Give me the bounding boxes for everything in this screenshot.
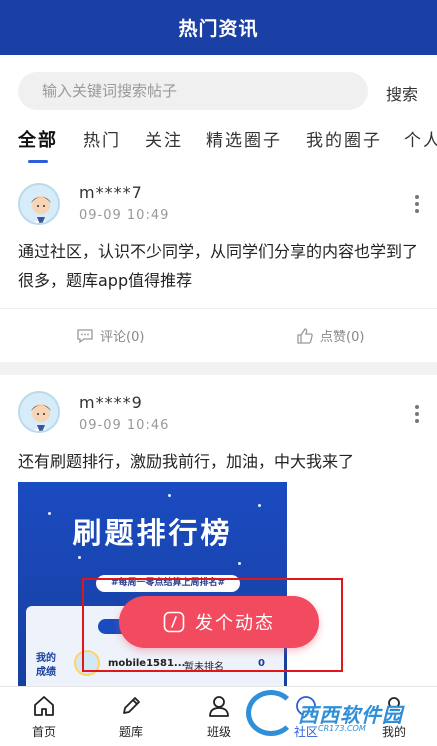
avatar[interactable]	[18, 183, 60, 225]
tab-follow[interactable]: 关注	[145, 126, 183, 151]
star-decoration	[78, 556, 81, 559]
tab-personal[interactable]: 个人	[404, 126, 437, 151]
site-watermark: 西西软件园 CR173.COM	[246, 688, 414, 738]
tab-featured-circles[interactable]: 精选圈子	[206, 126, 282, 151]
category-tabs: 全部 热门 关注 精选圈子 我的圈子 个人	[0, 117, 437, 167]
avatar[interactable]	[18, 391, 60, 433]
page-title: 热门资讯	[178, 18, 259, 40]
post-text: 通过社区，认识不少同学，从同学们分享的内容也学到了很多，题库app值得推荐	[18, 242, 419, 290]
post-actions: 评论(0) 点赞(0)	[0, 308, 437, 361]
post-text: 还有刷题排行，激励我前行，加油，中大我来了	[18, 452, 355, 471]
nav-question-bank[interactable]: 题库	[101, 695, 161, 740]
nav-class-label: 班级	[206, 725, 231, 739]
star-decoration	[238, 562, 241, 565]
highlight-annotation	[82, 578, 343, 672]
user-icon	[209, 696, 229, 717]
star-decoration	[258, 504, 261, 507]
post-time: 09-09 10:49	[79, 208, 170, 223]
like-button[interactable]: 点赞(0)	[296, 326, 364, 345]
poster-card-label: 我的成绩	[36, 653, 56, 678]
tab-hot[interactable]: 热门	[83, 126, 121, 151]
tab-my-circles[interactable]: 我的圈子	[306, 126, 382, 151]
nav-home-label: 首页	[31, 725, 56, 739]
more-options-icon[interactable]	[413, 195, 421, 215]
comment-label: 评论(0)	[100, 330, 145, 345]
avatar-icon	[20, 393, 58, 431]
thumbs-up-icon	[297, 327, 313, 344]
home-icon	[34, 696, 54, 716]
post-time: 09-09 10:46	[79, 418, 170, 433]
pencil-icon	[123, 697, 140, 714]
watermark-logo	[246, 690, 296, 736]
app-header: 热门资讯	[0, 0, 437, 55]
comment-icon	[77, 328, 93, 343]
post-username[interactable]: m****7	[79, 183, 143, 202]
tab-all[interactable]: 全部	[18, 126, 58, 152]
nav-question-bank-label: 题库	[118, 725, 143, 739]
more-options-icon[interactable]	[413, 405, 421, 425]
post-card[interactable]: m****7 09-09 10:49 通过社区，认识不少同学，从同学们分享的内容…	[0, 167, 437, 362]
active-tab-indicator	[28, 160, 48, 163]
watermark-subtext: CR173.COM	[318, 724, 366, 733]
comment-button[interactable]: 评论(0)	[76, 326, 144, 345]
search-button[interactable]: 搜索	[386, 81, 418, 105]
search-box[interactable]	[18, 72, 368, 110]
search-input[interactable]	[42, 82, 342, 100]
nav-class[interactable]: 班级	[189, 695, 249, 740]
star-decoration	[168, 494, 171, 497]
avatar-icon	[20, 185, 58, 223]
nav-home[interactable]: 首页	[14, 695, 74, 740]
like-label: 点赞(0)	[320, 330, 365, 345]
poster-title: 刷题排行榜	[72, 516, 233, 550]
post-username[interactable]: m****9	[79, 393, 143, 412]
search-bar: 搜索	[0, 55, 437, 117]
